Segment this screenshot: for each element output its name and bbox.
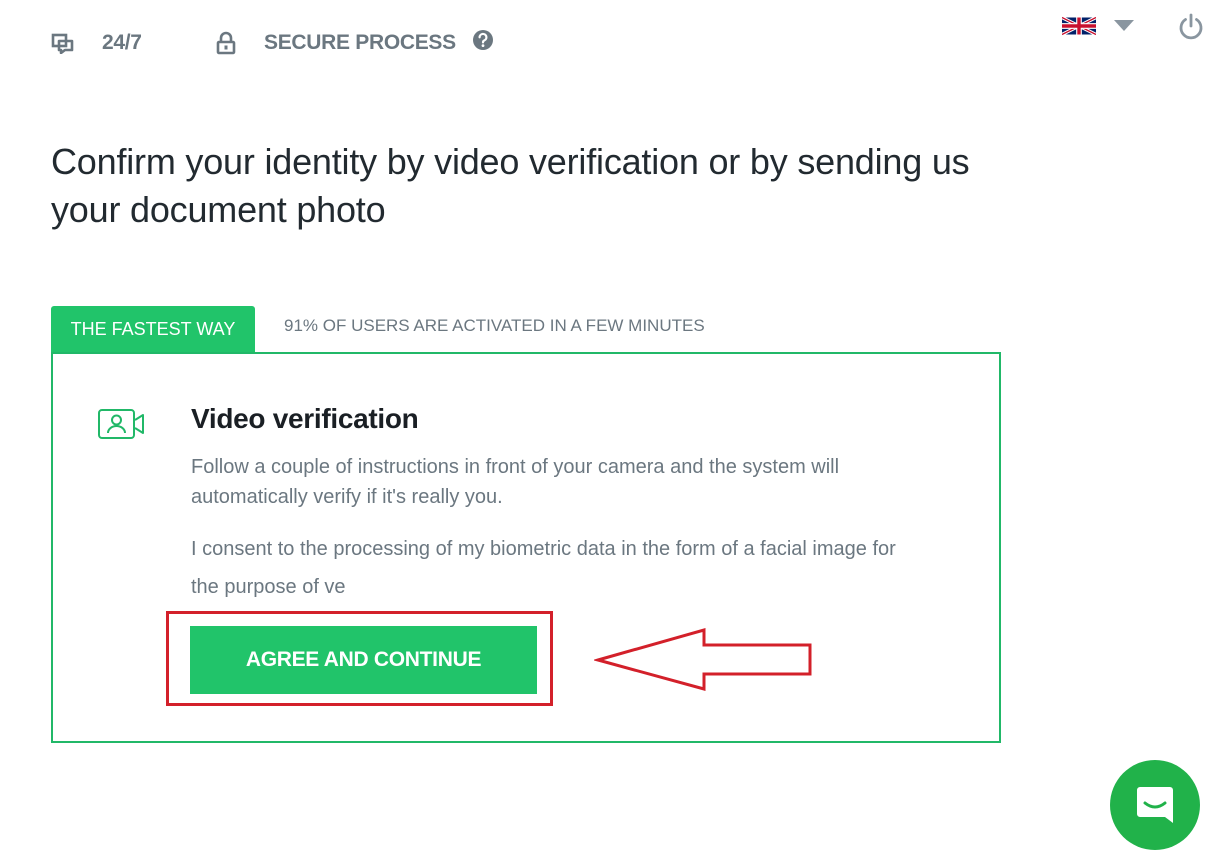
annotation-arrow-icon (592, 627, 816, 698)
messenger-icon (1137, 787, 1173, 823)
support-item: 24/7 (51, 31, 142, 55)
messenger-launcher[interactable] (1110, 760, 1200, 850)
secure-process-item: SECURE PROCESS (215, 29, 494, 55)
caret-down-icon[interactable] (1114, 20, 1134, 32)
tab-fastest-way-label: THE FASTEST WAY (70, 319, 236, 339)
chat-bubbles-icon (51, 32, 75, 54)
uk-flag-icon (1062, 14, 1096, 38)
consent-text: I consent to the processing of my biomet… (191, 538, 896, 598)
question-circle-icon[interactable] (472, 29, 494, 51)
lock-icon (215, 31, 237, 55)
card-description: Follow a couple of instructions in front… (191, 456, 840, 508)
page-title: Confirm your identity by video verificat… (51, 141, 970, 230)
annotation-highlight-box (166, 611, 553, 706)
top-bar: 24/7 SECURE PROCESS (0, 0, 1212, 90)
secure-process-label: SECURE PROCESS (264, 31, 456, 54)
video-camera-user-icon (97, 408, 145, 445)
language-selector[interactable] (1062, 14, 1096, 38)
activation-note: 91% OF USERS ARE ACTIVATED IN A FEW MINU… (284, 316, 705, 335)
tab-fastest-way: THE FASTEST WAY (51, 306, 255, 353)
power-icon[interactable] (1177, 13, 1205, 43)
support-hours: 24/7 (102, 31, 142, 54)
card-title: Video verification (191, 403, 419, 434)
